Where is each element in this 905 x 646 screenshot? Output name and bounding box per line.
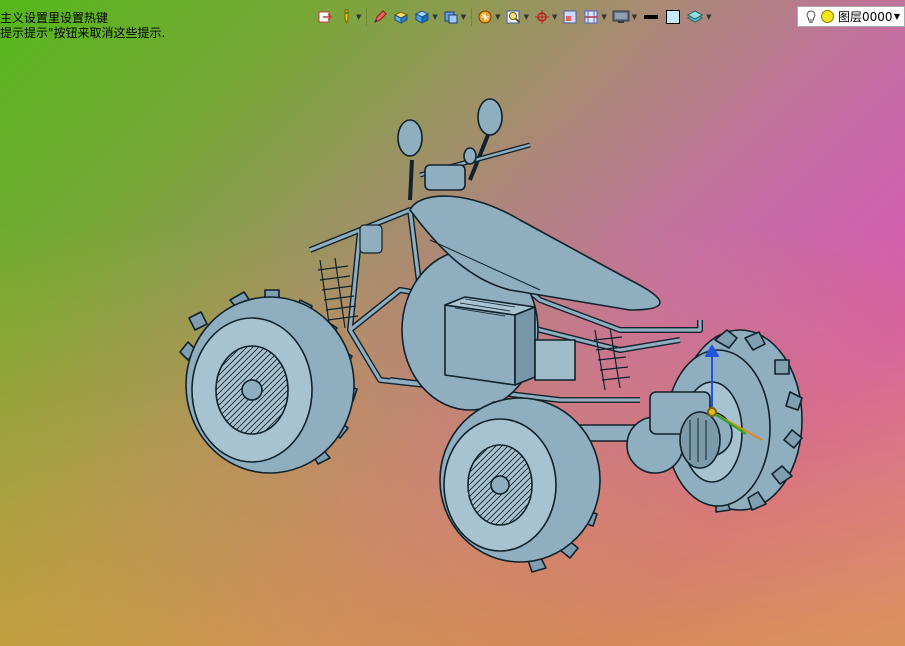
section-icon (584, 10, 598, 24)
chevron-down-icon: ▼ (601, 13, 607, 21)
chevron-down-icon: ▼ (631, 13, 638, 21)
layer-color-dot (821, 10, 834, 23)
chevron-down-icon: ▼ (523, 13, 529, 21)
color-swatch-icon (666, 10, 681, 24)
view-cube-button[interactable]: ▼ (442, 6, 467, 28)
view-toolbar: ▼ ▼ ▼ ▼ ▼ ▼ ▼ ▼ ▼ (316, 4, 713, 30)
exit-sketch-button[interactable] (316, 6, 334, 28)
render-style-button[interactable]: ▼ (476, 6, 501, 28)
view-cube-icon (444, 11, 458, 24)
atv-3d-model (179, 98, 803, 573)
solid-block-icon (394, 11, 409, 24)
snap-target-icon (534, 10, 549, 24)
window-icon (563, 10, 577, 24)
line-weight-icon (644, 15, 659, 19)
exit-sketch-icon (318, 11, 333, 23)
battery-box (444, 296, 576, 386)
pen-icon (344, 9, 349, 25)
shaded-cube-icon (415, 10, 430, 24)
display-icon (612, 10, 630, 23)
line-weight-button[interactable] (641, 6, 661, 28)
color-swatch-button[interactable] (664, 6, 682, 28)
chevron-down-icon: ▼ (551, 13, 558, 21)
layer-name: 图层0000 (838, 10, 893, 24)
chevron-down-icon: ▼ (432, 13, 438, 21)
lightbulb-icon (806, 9, 816, 23)
chevron-down-icon: ▼ (356, 13, 362, 21)
chevron-down-icon: ▼ (893, 12, 900, 21)
shaded-cube-button[interactable]: ▼ (413, 6, 438, 28)
snap-target-button[interactable]: ▼ (533, 6, 558, 28)
front-left-wheel (179, 289, 358, 474)
zoom-icon (506, 10, 520, 24)
separator (366, 8, 368, 26)
window-button[interactable] (561, 6, 579, 28)
pencil-edit-icon (374, 10, 388, 23)
separator (471, 8, 473, 26)
pencil-edit-button[interactable] (371, 6, 389, 28)
stack-icon (687, 10, 704, 23)
layer-selector[interactable]: 图层0000 ▼ (797, 6, 905, 27)
chevron-down-icon: ▼ (460, 13, 467, 21)
display-button[interactable]: ▼ (611, 6, 638, 28)
handlebar (397, 98, 531, 201)
hint-line-2: 提示提示"按钮来取消这些提示. (0, 26, 166, 40)
front-right-wheel (439, 397, 601, 573)
solid-block-button[interactable] (392, 6, 410, 28)
stack-button[interactable]: ▼ (685, 6, 712, 28)
pen-button[interactable]: ▼ (337, 6, 362, 28)
render-style-icon (478, 10, 492, 24)
section-button[interactable]: ▼ (582, 6, 607, 28)
zoom-button[interactable]: ▼ (505, 6, 530, 28)
chevron-down-icon: ▼ (706, 13, 712, 21)
chevron-down-icon: ▼ (495, 13, 501, 21)
